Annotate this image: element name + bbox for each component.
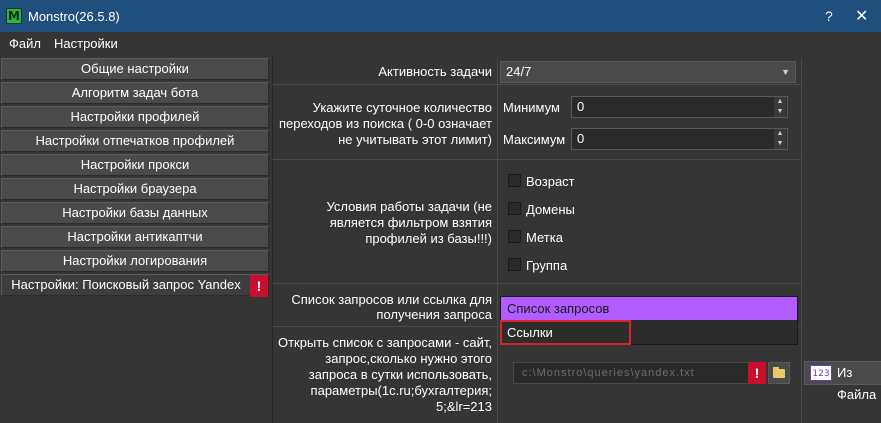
activity-label: Активность задачи bbox=[378, 64, 492, 79]
sidebar-item-proxy[interactable]: Настройки прокси bbox=[1, 154, 269, 176]
close-button[interactable]: ✕ bbox=[855, 6, 868, 26]
tag-checkbox[interactable] bbox=[508, 230, 521, 243]
group-checkbox[interactable] bbox=[508, 258, 521, 271]
warning-icon: ! bbox=[250, 275, 268, 297]
sidebar-item-browser[interactable]: Настройки браузера bbox=[1, 178, 269, 200]
sidebar-item-logging[interactable]: Настройки логирования bbox=[1, 250, 269, 272]
daily-limit-label-line1: Укажите суточное количество bbox=[312, 100, 492, 115]
sidebar-item-anticaptcha[interactable]: Настройки антикаптчи bbox=[1, 226, 269, 248]
age-checkbox-label: Возраст bbox=[526, 174, 575, 189]
chevron-up-icon[interactable]: ▲ bbox=[774, 129, 786, 139]
age-checkbox[interactable] bbox=[508, 174, 521, 187]
file-path-input[interactable]: c:\Monstro\queries\yandex.txt bbox=[513, 362, 766, 384]
conditions-label-line1: Условия работы задачи (не bbox=[326, 199, 492, 214]
menu-bar: Файл Настройки bbox=[0, 32, 881, 55]
row-divider bbox=[272, 84, 802, 85]
daily-limit-label-line2: переходов из поиска ( 0-0 означает bbox=[278, 116, 492, 131]
browse-folder-button[interactable] bbox=[768, 362, 790, 384]
open-list-label-line5: 5;&lr=213 bbox=[435, 399, 492, 414]
menu-file[interactable]: Файл bbox=[9, 36, 41, 51]
column-divider bbox=[801, 58, 802, 423]
min-value: 0 bbox=[577, 99, 585, 114]
from-file-label: Из Файла bbox=[837, 365, 877, 402]
numbers-icon: 123 bbox=[810, 365, 832, 381]
max-value: 0 bbox=[577, 131, 585, 146]
dropdown-option-query-list[interactable]: Список запросов bbox=[501, 297, 797, 320]
activity-select[interactable]: 24/7 ▼ bbox=[500, 61, 796, 83]
sidebar-item-yandex-query[interactable]: Настройки: Поисковый запрос Yandex ! bbox=[1, 274, 269, 297]
help-button[interactable]: ? bbox=[825, 8, 833, 24]
sidebar: Общие настройки Алгоритм задач бота Наст… bbox=[0, 55, 272, 423]
max-label: Максимум bbox=[503, 132, 566, 147]
daily-limit-label-line3: не учитывать этот лимит) bbox=[338, 132, 492, 147]
window-title: Monstro(26.5.8) bbox=[28, 9, 120, 24]
domains-checkbox-label: Домены bbox=[526, 202, 575, 217]
activity-value: 24/7 bbox=[506, 64, 532, 79]
tag-checkbox-label: Метка bbox=[526, 230, 563, 245]
open-list-label-line2: запрос,сколько нужно этого bbox=[325, 351, 492, 366]
from-file-button[interactable]: 123 Из Файла bbox=[804, 361, 881, 402]
folder-icon bbox=[773, 369, 785, 378]
column-divider bbox=[497, 58, 498, 423]
menu-settings[interactable]: Настройки bbox=[54, 36, 118, 51]
chevron-up-icon[interactable]: ▲ bbox=[774, 97, 786, 107]
sidebar-item-database[interactable]: Настройки базы данных bbox=[1, 202, 269, 224]
sidebar-item-algorithm[interactable]: Алгоритм задач бота bbox=[1, 82, 269, 104]
sidebar-item-profiles[interactable]: Настройки профилей bbox=[1, 106, 269, 128]
domains-checkbox[interactable] bbox=[508, 202, 521, 215]
warning-icon: ! bbox=[748, 362, 766, 384]
conditions-label-line3: профилей из базы!!!) bbox=[365, 231, 492, 246]
open-list-label-line1: Открыть список с запросами - сайт, bbox=[277, 335, 492, 350]
title-bar: M Monstro(26.5.8) ? ✕ bbox=[0, 0, 881, 32]
min-label: Минимум bbox=[503, 100, 560, 115]
max-stepper[interactable]: 0 ▲ ▼ bbox=[571, 128, 788, 150]
group-checkbox-label: Группа bbox=[526, 258, 568, 273]
conditions-label-line2: является фильтром взятия bbox=[329, 215, 492, 230]
open-list-label-line4: параметры(1c.ru;бухгалтерия; bbox=[310, 383, 492, 398]
chevron-down-icon[interactable]: ▼ bbox=[774, 139, 786, 149]
chevron-down-icon[interactable]: ▼ bbox=[774, 107, 786, 117]
min-stepper[interactable]: 0 ▲ ▼ bbox=[571, 96, 788, 118]
query-source-label-line1: Список запросов или ссылка для bbox=[291, 292, 492, 307]
sidebar-item-label: Настройки: Поисковый запрос Yandex bbox=[11, 277, 241, 292]
row-divider bbox=[272, 283, 802, 284]
sidebar-item-general[interactable]: Общие настройки bbox=[1, 58, 269, 80]
row-divider bbox=[272, 159, 802, 160]
highlight-box bbox=[500, 320, 631, 345]
app-logo-icon: M bbox=[6, 8, 22, 24]
sidebar-item-fingerprints[interactable]: Настройки отпечатков профилей bbox=[1, 130, 269, 152]
chevron-down-icon: ▼ bbox=[781, 67, 790, 77]
open-list-label-line3: запроса в сутки использовать, bbox=[308, 367, 492, 382]
query-source-label-line2: получения запроса bbox=[376, 307, 492, 322]
